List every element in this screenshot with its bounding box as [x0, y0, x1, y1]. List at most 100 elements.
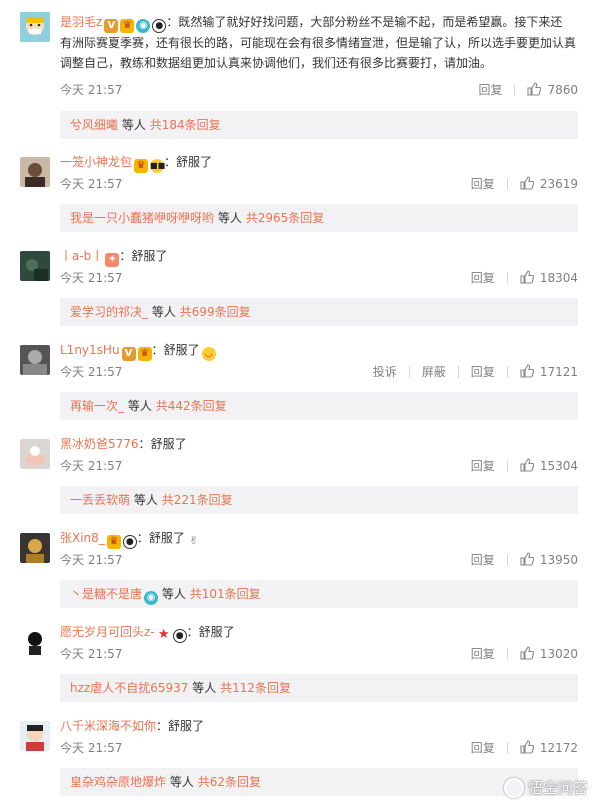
like-button[interactable]: 23619 — [520, 175, 578, 193]
reply-summary[interactable]: 再输一次_ 等人 共442条回复 — [60, 392, 578, 420]
divider — [514, 84, 516, 96]
fan-flag-icon: ✦ — [105, 253, 120, 267]
like-icon — [520, 646, 534, 660]
reply-button[interactable]: 回复 — [471, 551, 495, 569]
reply-user-link[interactable]: 皇杂鸡杂原地爆炸 — [70, 775, 166, 789]
divider — [506, 648, 508, 660]
comment-meta: 今天 21:57 回复 13950 — [60, 551, 582, 569]
like-icon — [520, 552, 534, 566]
username-link[interactable]: 是羽毛z — [60, 15, 102, 29]
victory-hand-icon: ✌ — [186, 534, 201, 548]
like-icon — [520, 176, 534, 190]
timestamp: 今天 21:57 — [60, 553, 123, 567]
comment-meta: 今天 21:57 回复 18304 — [60, 269, 582, 287]
username-link[interactable]: 黑冰奶爸5776 — [60, 437, 139, 451]
comment-text: 八千米深海不如你：舒服了 — [60, 719, 205, 733]
like-icon — [520, 364, 534, 378]
reply-button[interactable]: 回复 — [471, 269, 495, 287]
username-link[interactable]: 愿无岁月可回头z- — [60, 625, 155, 639]
laugh-emoji-icon: ◡ — [201, 347, 216, 361]
comment-meta: 今天 21:57 回复 15304 — [60, 457, 582, 475]
timestamp: 今天 21:57 — [60, 83, 123, 97]
like-button[interactable]: 15304 — [520, 457, 578, 475]
verified-badge-icon: V — [121, 347, 136, 361]
like-button[interactable]: 12172 — [520, 739, 578, 757]
username-link[interactable]: 一笼小神龙包 — [60, 155, 132, 169]
reply-summary[interactable]: 爱学习的祁决_ 等人 共699条回复 — [60, 298, 578, 326]
avatar[interactable] — [20, 627, 50, 657]
avatar[interactable] — [20, 533, 50, 563]
reply-summary[interactable]: 一丢丢软萌 等人 共221条回复 — [60, 486, 578, 514]
avatar[interactable] — [20, 439, 50, 469]
reply-summary[interactable]: 我是一只小蠢猪咿呀咿呀哟 等人 共2965条回复 — [60, 204, 578, 232]
reply-user-link[interactable]: 再输一次_ — [70, 399, 124, 413]
reply-summary[interactable]: hzz虐人不自扰65937 等人 共112条回复 — [60, 674, 578, 702]
reply-user-link[interactable]: 一丢丢软萌 — [70, 493, 130, 507]
reply-count-link[interactable]: 共221条回复 — [162, 493, 233, 507]
watermark: 悟空问答 — [503, 777, 588, 798]
reply-button[interactable]: 回复 — [471, 363, 495, 381]
reply-count-link[interactable]: 共184条回复 — [150, 118, 221, 132]
vip-badge-icon: ♛ — [120, 19, 135, 33]
like-count: 17121 — [539, 365, 578, 379]
like-count: 13020 — [539, 647, 578, 661]
reply-summary[interactable]: 丶是糖不是唐 ◉ 等人 共101条回复 — [60, 580, 578, 608]
reply-button[interactable]: 回复 — [471, 739, 495, 757]
like-icon — [520, 740, 534, 754]
watermark-logo-icon — [503, 777, 524, 798]
timestamp: 今天 21:57 — [60, 459, 123, 473]
reply-count-link[interactable]: 共101条回复 — [190, 587, 261, 601]
comment-meta: 今天 21:57 回复 7860 — [60, 81, 582, 99]
divider — [506, 178, 508, 190]
username-link[interactable]: 丨a-b丨 — [60, 249, 103, 263]
timestamp: 今天 21:57 — [60, 365, 123, 379]
reply-count-link[interactable]: 共112条回复 — [220, 681, 291, 695]
timestamp: 今天 21:57 — [60, 177, 123, 191]
divider — [506, 460, 508, 472]
like-count: 18304 — [539, 271, 578, 285]
like-count: 13950 — [539, 553, 578, 567]
avatar[interactable] — [20, 251, 50, 281]
like-button[interactable]: 7860 — [527, 81, 578, 99]
reply-button[interactable]: 回复 — [471, 175, 495, 193]
reply-user-link[interactable]: 兮风细曦 — [70, 118, 118, 132]
comment-text: 丨a-b丨 ✦ ：舒服了 — [60, 249, 168, 267]
like-button[interactable]: 13020 — [520, 645, 578, 663]
fan-badge-icon: ◉ — [136, 19, 151, 33]
verified-badge-icon: V — [104, 19, 119, 33]
reply-button[interactable]: 回复 — [478, 81, 502, 99]
reply-count-link[interactable]: 共442条回复 — [156, 399, 227, 413]
like-button[interactable]: 18304 — [520, 269, 578, 287]
reply-user-link[interactable]: 爱学习的祁决_ — [70, 305, 148, 319]
like-count: 7860 — [547, 83, 578, 97]
divider — [408, 366, 410, 378]
reply-count-link[interactable]: 共2965条回复 — [246, 211, 325, 225]
reply-button[interactable]: 回复 — [471, 457, 495, 475]
like-count: 12172 — [539, 741, 578, 755]
reply-user-link[interactable]: 丶是糖不是唐 — [70, 587, 142, 601]
avatar[interactable] — [20, 12, 50, 42]
reply-count-link[interactable]: 共699条回复 — [180, 305, 251, 319]
comment-text: 张Xin8_ ♛ ● ：舒服了 ✌ — [60, 528, 582, 549]
avatar[interactable] — [20, 345, 50, 375]
vip-badge-icon: ♛ — [106, 535, 121, 549]
divider — [506, 272, 508, 284]
like-icon — [520, 270, 534, 284]
reply-summary[interactable]: 兮风细曦 等人 共184条回复 — [60, 111, 578, 139]
like-button[interactable]: 17121 — [520, 363, 578, 381]
report-button[interactable]: 投诉 — [373, 363, 397, 381]
reply-button[interactable]: 回复 — [471, 645, 495, 663]
username-link[interactable]: 张Xin8_ — [60, 531, 105, 545]
reply-user-link[interactable]: hzz虐人不自扰65937 — [70, 681, 188, 695]
block-button[interactable]: 屏蔽 — [422, 363, 446, 381]
avatar[interactable] — [20, 157, 50, 187]
reply-user-link[interactable]: 我是一只小蠢猪咿呀咿呀哟 — [70, 211, 214, 225]
avatar[interactable] — [20, 721, 50, 751]
like-icon — [520, 458, 534, 472]
reply-summary[interactable]: 皇杂鸡杂原地爆炸 等人 共62条回复 — [60, 768, 578, 796]
username-link[interactable]: 八千米深海不如你 — [60, 719, 156, 733]
like-button[interactable]: 13950 — [520, 551, 578, 569]
reply-count-link[interactable]: 共62条回复 — [198, 775, 261, 789]
username-link[interactable]: L1ny1sHu — [60, 343, 120, 357]
divider — [506, 366, 508, 378]
